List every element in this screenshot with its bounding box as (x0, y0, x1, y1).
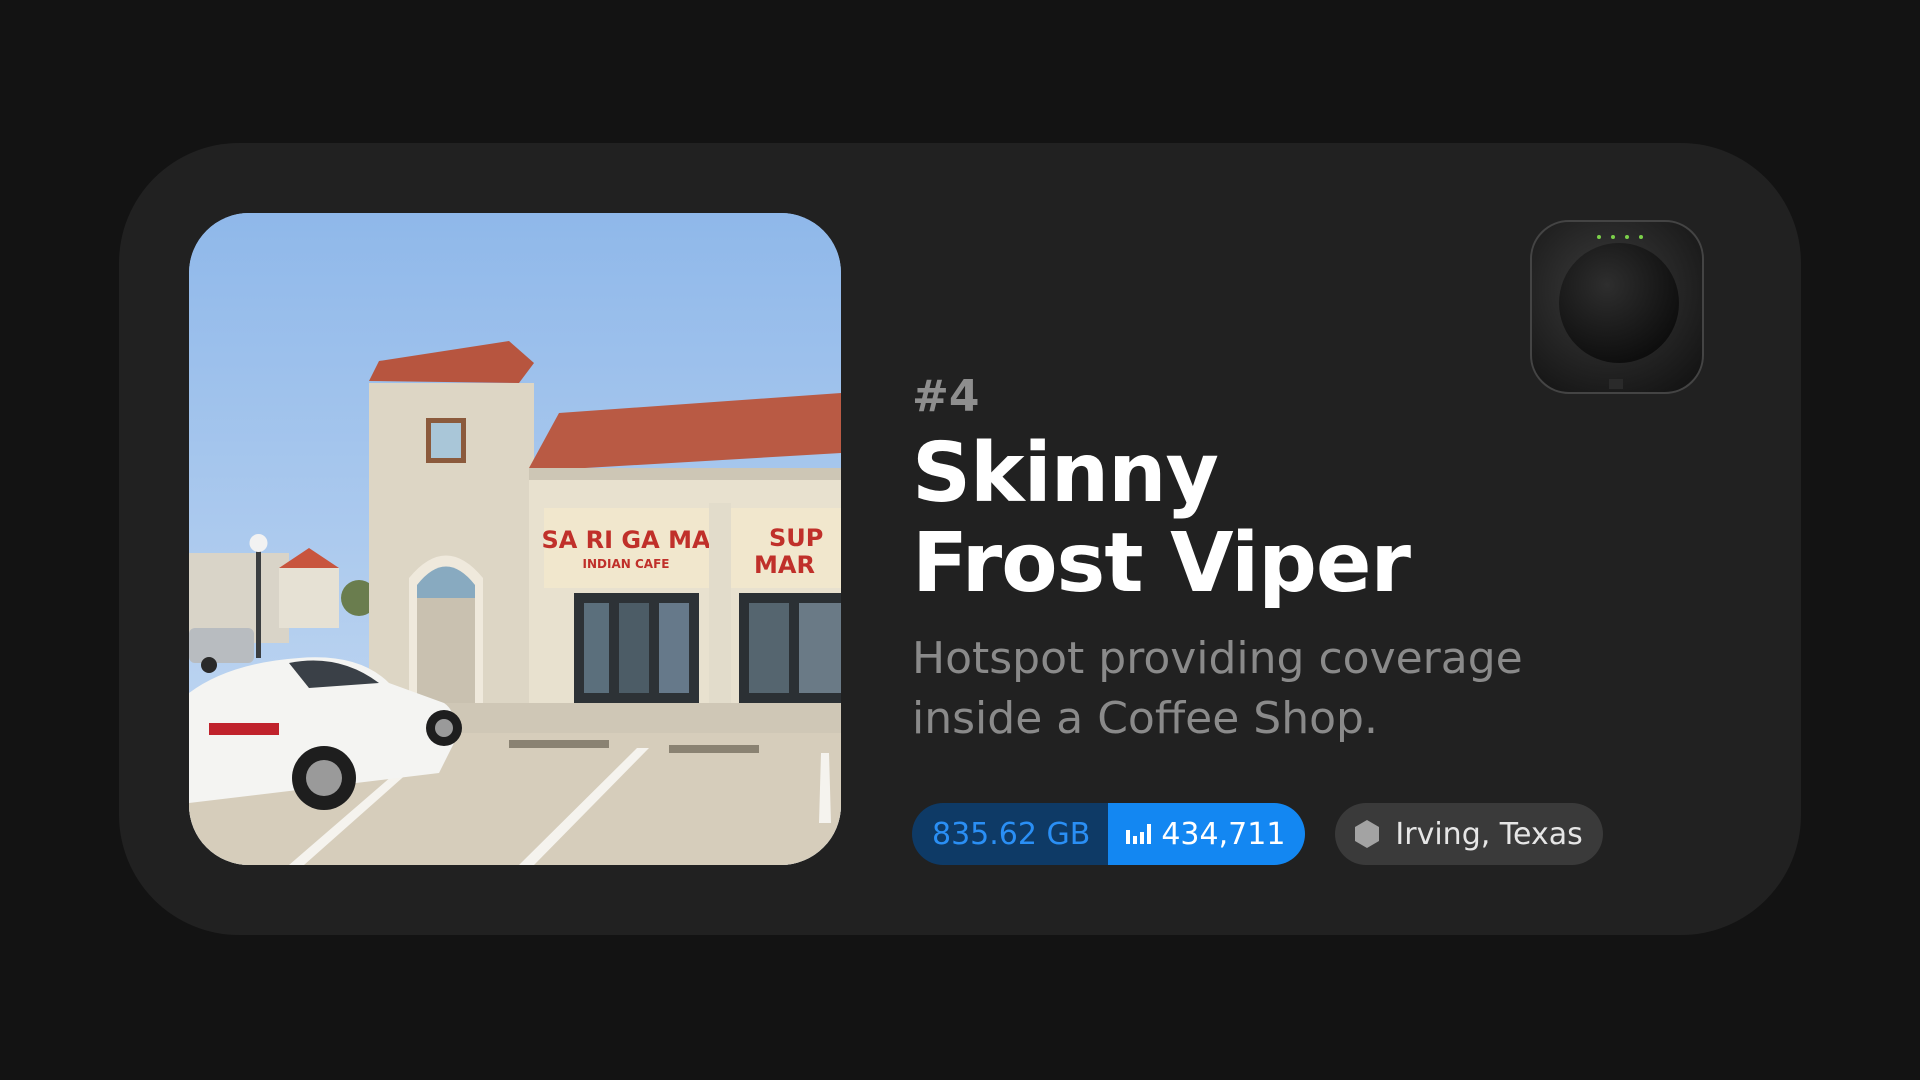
store-sign-right-line1: SUP (769, 524, 823, 552)
hotspot-rank: #4 (912, 371, 980, 422)
hotspot-location-photo: SA RI GA MA INDIAN CAFE SUP MAR (189, 213, 841, 865)
hotspot-name: Skinny Frost Viper (912, 429, 1712, 609)
data-stats-pill: 835.62 GB 434,711 (912, 803, 1306, 865)
store-sign-right-line2: MAR (754, 551, 815, 579)
hotspot-description: Hotspot providing coverage inside a Coff… (912, 633, 1523, 744)
store-sign-left-line2: INDIAN CAFE (583, 557, 670, 571)
hotspot-name-line2: Frost Viper (912, 516, 1411, 611)
location-pill: Irving, Texas (1335, 803, 1603, 865)
rewards-count: 434,711 (1161, 816, 1286, 852)
location-label: Irving, Texas (1395, 816, 1583, 852)
hotspot-device-image (1527, 217, 1707, 397)
hotspot-name-line1: Skinny (912, 426, 1219, 521)
rewards-stat: 434,711 (1108, 803, 1306, 865)
hotspot-info: #4 Skinny Frost Viper Hotspot providing … (912, 371, 1712, 749)
hotspot-stats: 835.62 GB 434,711 Irving, Texas (912, 803, 1603, 865)
data-transferred: 835.62 GB (912, 803, 1109, 865)
hexagon-icon (1355, 820, 1380, 848)
hotspot-card: SA RI GA MA INDIAN CAFE SUP MAR #4 Skinn… (119, 143, 1801, 935)
bar-chart-icon (1126, 824, 1152, 844)
store-sign-left-line1: SA RI GA MA (541, 526, 710, 554)
